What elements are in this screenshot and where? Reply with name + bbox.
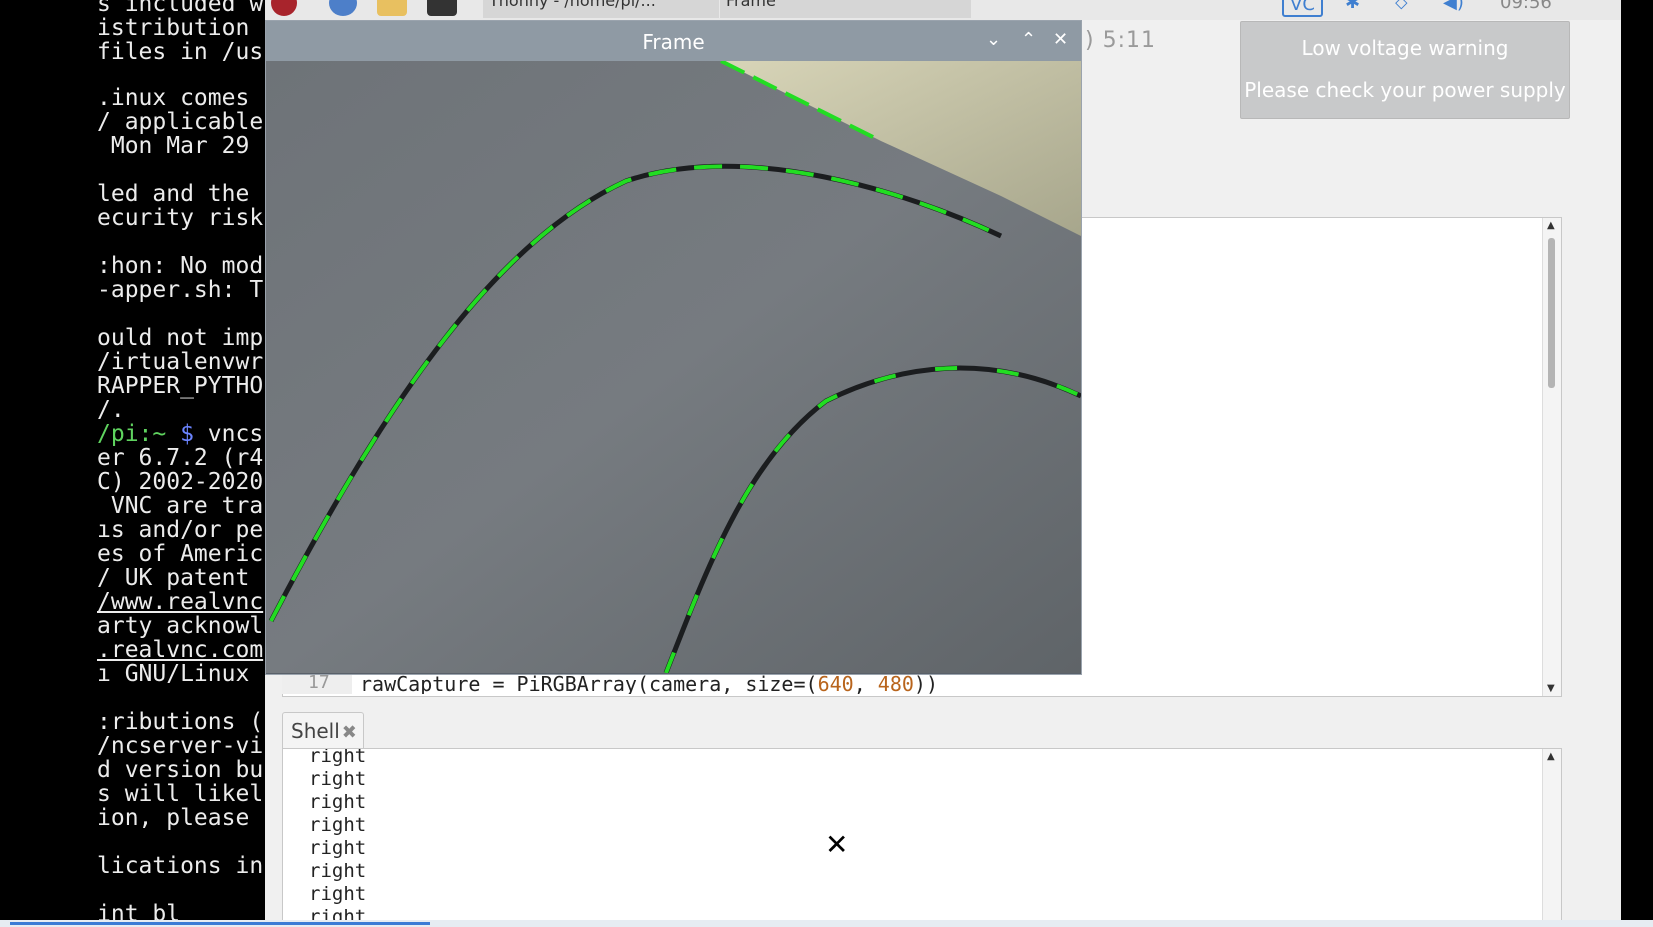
terminal-line: istribution <box>97 15 250 41</box>
bottom-strip <box>0 920 1653 927</box>
terminal-line: s included w <box>97 0 264 17</box>
vnc-right-border <box>1621 0 1653 922</box>
scrollbar-thumb[interactable] <box>1548 238 1555 388</box>
clock[interactable]: 09:56 <box>1500 0 1552 13</box>
terminal-line: / applicable <box>97 109 264 135</box>
browser-icon[interactable] <box>329 0 357 16</box>
raspberry-menu-icon[interactable] <box>271 0 297 16</box>
terminal-line: lications in <box>97 853 264 879</box>
shell-line: right <box>309 837 367 859</box>
network-icon[interactable]: ⬦ <box>1395 0 1408 13</box>
close-icon[interactable]: ✕ <box>1053 29 1068 50</box>
code-number: 640 <box>817 672 854 694</box>
terminal-line: s will likel <box>97 781 264 807</box>
terminal-line: er 6.7.2 (r4 <box>97 445 264 471</box>
terminal-line: /irtualenvwr <box>97 349 264 375</box>
terminal-line: Mon Mar 29 <box>97 133 250 159</box>
terminal-line: ıs and/or pe <box>97 517 264 543</box>
terminal-line: files in /us <box>97 39 264 65</box>
prompt-dollar: $ <box>166 421 208 447</box>
terminal-line: /ncserver-vi <box>97 733 264 759</box>
terminal-line: led and the <box>97 181 250 207</box>
maximize-icon[interactable]: ⌃ <box>1021 29 1036 50</box>
bluetooth-icon[interactable]: ✱ <box>1345 0 1360 13</box>
terminal-line: -apper.sh: T <box>97 277 264 303</box>
shell-output[interactable]: right right right right right right righ… <box>282 748 1562 924</box>
vnc-tray-icon[interactable]: VC <box>1282 0 1323 17</box>
frame-title: Frame <box>642 30 705 54</box>
code-number: 480 <box>877 672 914 694</box>
notification-message: Please check your power supply <box>1244 78 1566 102</box>
terminal-line: int bl <box>97 901 181 922</box>
line-number-gutter: 17 <box>282 672 352 694</box>
terminal-line: :ributions ( <box>97 709 264 735</box>
code-text: rawCapture = PiRGBArray(camera, size=( <box>360 672 818 694</box>
terminal-line: /. <box>97 397 125 423</box>
frame-window[interactable]: Frame ⌄ ⌃ ✕ <box>265 20 1082 675</box>
shell-scrollbar[interactable]: ▲ <box>1542 749 1561 923</box>
camera-frame <box>266 61 1081 673</box>
taskbar-item-thonny[interactable]: Thonny - /home/pi/... <box>483 0 719 18</box>
terminal-line: C) 2002-2020 <box>97 469 264 495</box>
shell-line: right <box>309 768 367 790</box>
terminal-prompt: /pi:~ $ vncs <box>97 422 263 446</box>
terminal-line: es of Americ <box>97 541 264 567</box>
shell-line: right <box>309 860 367 882</box>
terminal-line: ecurity risk <box>97 205 264 231</box>
shell-line: right <box>309 791 367 813</box>
line-number: 17 <box>308 672 330 693</box>
terminal-line: d version bu <box>97 757 264 783</box>
terminal-line: .inux comes <box>97 85 250 111</box>
volume-icon[interactable]: ◀) <box>1443 0 1464 13</box>
taskbar: Thonny - /home/pi/... Frame VC ✱ ⬦ ◀) 09… <box>265 0 1621 20</box>
scroll-up-icon[interactable]: ▲ <box>1547 751 1555 762</box>
terminal-line: ion, please <box>97 805 250 831</box>
terminal-line: arty acknowl <box>97 613 264 639</box>
close-tab-icon[interactable]: ✖ <box>342 722 357 743</box>
terminal-window[interactable]: s included w istribution files in /us .i… <box>95 0 265 922</box>
terminal-icon[interactable] <box>427 0 457 16</box>
code-text: )) <box>913 672 938 694</box>
editor-scrollbar[interactable]: ▲ ▼ <box>1542 218 1561 696</box>
shell-line: right <box>309 748 367 767</box>
prompt-command: vncs <box>207 421 264 447</box>
code-line[interactable]: rawCapture = PiRGBArray(camera, size=(64… <box>360 672 938 694</box>
shell-line: right <box>309 883 367 905</box>
vnc-left-border <box>0 0 95 922</box>
terminal-link[interactable]: /www.realvnc <box>97 590 263 614</box>
frame-title-bar[interactable]: Frame ⌄ ⌃ ✕ <box>266 21 1081 61</box>
progress-line <box>10 922 430 925</box>
shell-line: right <box>309 814 367 836</box>
terminal-line: VNC are tra <box>97 493 264 519</box>
tab-shell[interactable]: Shell ✖ <box>282 712 364 748</box>
terminal-line: ı GNU/Linux <box>97 661 250 687</box>
notification-title: Low voltage warning <box>1301 36 1509 60</box>
terminal-line: :hon: No mod <box>97 253 264 279</box>
scroll-down-icon[interactable]: ▼ <box>1547 683 1555 694</box>
clock-fragment: ) 5:11 <box>1085 28 1156 53</box>
mouse-cursor-icon: ✕ <box>825 828 849 861</box>
low-voltage-notification[interactable]: Low voltage warning Please check your po… <box>1240 21 1570 119</box>
scroll-up-icon[interactable]: ▲ <box>1547 220 1555 231</box>
terminal-line: RAPPER_PYTHO <box>97 373 264 399</box>
code-text: , <box>853 672 878 694</box>
minimize-icon[interactable]: ⌄ <box>986 29 1001 50</box>
terminal-link[interactable]: .realvnc.com <box>97 638 263 662</box>
terminal-line: / UK patent <box>97 565 250 591</box>
taskbar-item-frame[interactable]: Frame <box>720 0 971 18</box>
shell-tab-label: Shell <box>291 719 340 743</box>
prompt-path: /pi:~ <box>97 421 167 447</box>
terminal-line: ould not imp <box>97 325 264 351</box>
file-manager-icon[interactable] <box>377 0 407 16</box>
